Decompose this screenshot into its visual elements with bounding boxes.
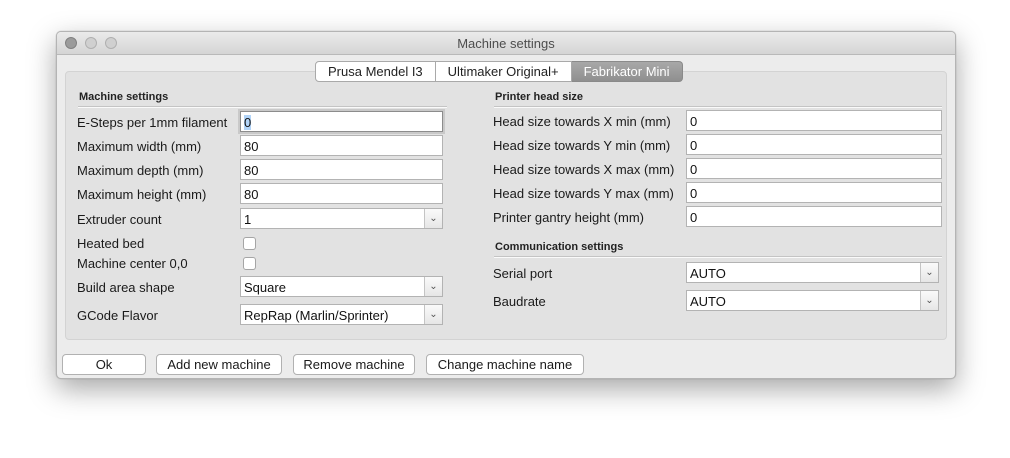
machine-center-label: Machine center 0,0 (77, 256, 188, 271)
extruder-count-select[interactable]: 1 ⌄ (240, 208, 443, 229)
head-y-min-input[interactable]: 0 (686, 134, 942, 155)
chevron-down-icon: ⌄ (424, 305, 442, 324)
change-machine-name-button[interactable]: Change machine name (426, 354, 584, 375)
gantry-height-input[interactable]: 0 (686, 206, 942, 227)
head-x-max-input[interactable]: 0 (686, 158, 942, 179)
chevron-down-icon: ⌄ (424, 277, 442, 296)
divider (78, 106, 447, 108)
serial-port-select[interactable]: AUTO ⌄ (686, 262, 939, 283)
tab-ultimaker-original-plus[interactable]: Ultimaker Original+ (435, 61, 572, 82)
gantry-height-label: Printer gantry height (mm) (493, 210, 644, 225)
chevron-down-icon: ⌄ (424, 209, 442, 228)
chevron-down-icon: ⌄ (920, 263, 938, 282)
head-y-min-label: Head size towards Y min (mm) (493, 138, 671, 153)
printer-head-size-heading: Printer head size (495, 91, 584, 103)
settings-panel: Machine settings E-Steps per 1mm filamen… (65, 71, 947, 340)
machine-settings-heading: Machine settings (79, 91, 169, 103)
max-height-input[interactable]: 80 (240, 183, 443, 204)
gcode-flavor-select[interactable]: RepRap (Marlin/Sprinter) ⌄ (240, 304, 443, 325)
baudrate-select[interactable]: AUTO ⌄ (686, 290, 939, 311)
gcode-flavor-label: GCode Flavor (77, 308, 158, 323)
max-depth-label: Maximum depth (mm) (77, 163, 204, 178)
max-width-input[interactable]: 80 (240, 135, 443, 156)
communication-settings-heading: Communication settings (495, 241, 624, 253)
esteps-input[interactable]: 0 (240, 111, 443, 132)
build-area-shape-select[interactable]: Square ⌄ (240, 276, 443, 297)
serial-port-label: Serial port (493, 266, 553, 281)
head-y-max-label: Head size towards Y max (mm) (493, 186, 674, 201)
divider (494, 256, 942, 258)
max-depth-input[interactable]: 80 (240, 159, 443, 180)
window-title: Machine settings (457, 36, 555, 51)
head-x-max-label: Head size towards X max (mm) (493, 162, 675, 177)
machine-settings-dialog: Machine settings Prusa Mendel I3 Ultimak… (56, 31, 956, 379)
divider (494, 106, 942, 108)
esteps-label: E-Steps per 1mm filament (77, 115, 228, 130)
head-x-min-label: Head size towards X min (mm) (493, 114, 671, 129)
head-x-min-input[interactable]: 0 (686, 110, 942, 131)
remove-machine-button[interactable]: Remove machine (293, 354, 415, 375)
max-width-label: Maximum width (mm) (77, 139, 202, 154)
machine-tabs: Prusa Mendel I3 Ultimaker Original+ Fabr… (315, 61, 683, 82)
max-height-label: Maximum height (mm) (77, 187, 207, 202)
heated-bed-label: Heated bed (77, 236, 145, 251)
build-area-shape-label: Build area shape (77, 280, 175, 295)
title-bar[interactable]: Machine settings (57, 32, 955, 55)
chevron-down-icon: ⌄ (920, 291, 938, 310)
ok-button[interactable]: Ok (62, 354, 146, 375)
extruder-count-label: Extruder count (77, 212, 162, 227)
heated-bed-checkbox[interactable] (243, 237, 256, 250)
tab-prusa-mendel-i3[interactable]: Prusa Mendel I3 (315, 61, 436, 82)
tab-fabrikator-mini[interactable]: Fabrikator Mini (571, 61, 683, 82)
baudrate-label: Baudrate (493, 294, 546, 309)
machine-center-checkbox[interactable] (243, 257, 256, 270)
head-y-max-input[interactable]: 0 (686, 182, 942, 203)
add-new-machine-button[interactable]: Add new machine (156, 354, 282, 375)
